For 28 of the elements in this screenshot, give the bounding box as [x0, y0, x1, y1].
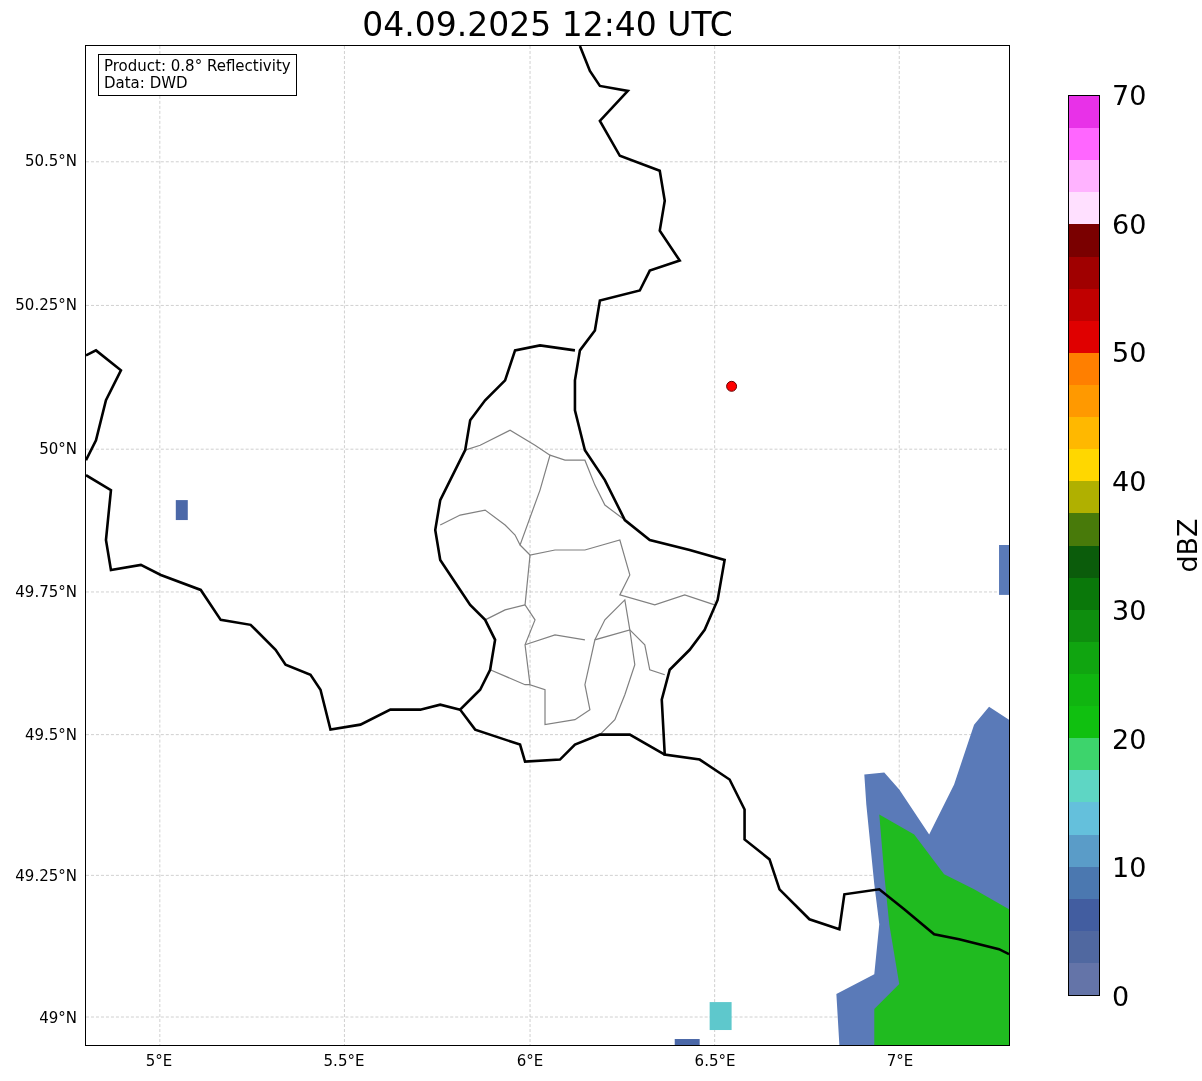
longitude-label: 6°E	[516, 1052, 544, 1070]
info-text: Data: DWD	[104, 75, 189, 92]
longitude-label: 5°E	[145, 1052, 173, 1070]
colorbar-tick-label: 40	[1111, 465, 1147, 497]
colorbar-label: dBZ	[1171, 518, 1202, 573]
colorbar-tick-label: 70	[1111, 79, 1147, 111]
colorbar-tick-label: 50	[1111, 336, 1147, 368]
latitude-label: 49°N	[39, 1008, 77, 1027]
latitude-label: 49.25°N	[15, 867, 77, 885]
longitude-label: 5.5°E	[323, 1052, 365, 1070]
colorbar-tick-label: 20	[1111, 723, 1147, 755]
colorbar-tick-label: 0	[1111, 980, 1130, 1012]
longitude-label: 7°E	[886, 1052, 914, 1070]
radar-echo-drawing	[175, 500, 188, 521]
latitude-label: 49.5°N	[24, 726, 77, 744]
colorbar-tick-label: 10	[1111, 851, 1147, 883]
colorbar-tick-label: 60	[1111, 208, 1147, 240]
latitude-label: 50°N	[39, 440, 77, 458]
info-text: Product: 0.8° Reflectivity	[104, 58, 291, 75]
latitude-label: 50.25°N	[15, 295, 77, 314]
radar-echo-drawing	[674, 1039, 700, 1045]
plot-title: 04.09.2025 12:40 UTC	[361, 4, 734, 45]
colorbar-tick-label: 30	[1111, 594, 1147, 626]
radar-echo-drawing	[709, 1002, 732, 1031]
radar-site-marker	[726, 380, 738, 392]
longitude-label: 6.5°E	[694, 1052, 736, 1070]
latitude-label: 49.75°N	[15, 583, 77, 602]
latitude-label: 50.5°N	[24, 152, 77, 170]
